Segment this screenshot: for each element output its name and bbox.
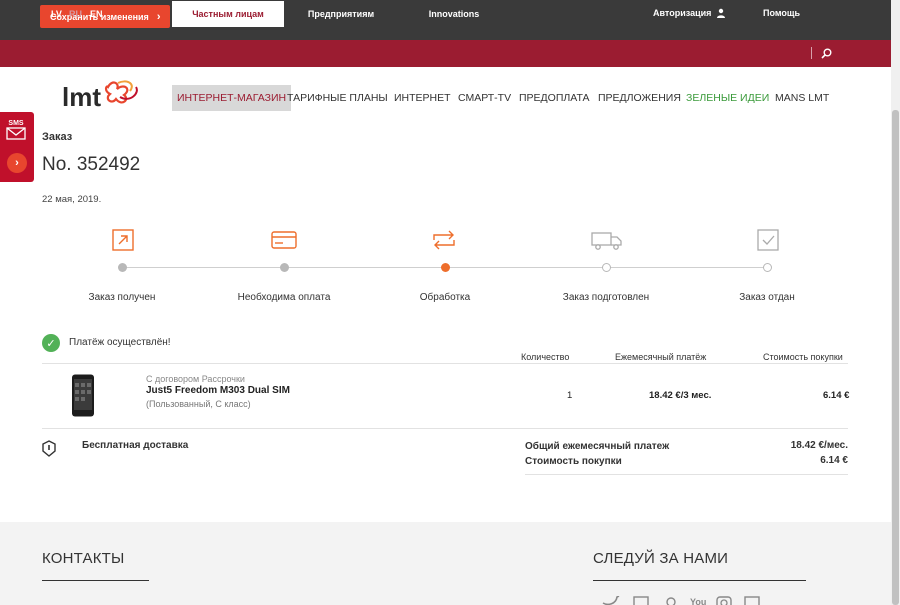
instagram-icon[interactable] (716, 596, 734, 605)
tab-private[interactable]: Частным лицам (172, 1, 284, 27)
summary-monthly-value: 18.42 €/мес. (790, 440, 848, 451)
col-quantity: Количество (521, 352, 570, 362)
col-monthly: Ежемесячный платёж (615, 352, 707, 362)
product-contract: С договором Рассрочки (146, 374, 245, 384)
col-price: Стоимость покупки (763, 352, 843, 362)
nav-tariffs[interactable]: ТАРИФНЫЕ ПЛАНЫ (287, 92, 388, 104)
lmt-logo[interactable]: lmt (60, 77, 150, 113)
step-label-prepared: Заказ подготовлен (562, 292, 650, 303)
footer-follow-underline (593, 580, 806, 581)
table-divider-bottom (42, 428, 848, 429)
footer-follow-title: СЛЕДУЙ ЗА НАМИ (593, 550, 729, 567)
facebook-icon[interactable] (633, 596, 651, 605)
product-monthly: 18.42 €/3 мес. (649, 390, 712, 401)
footer (0, 522, 891, 605)
sms-icon[interactable]: SMS (5, 117, 27, 141)
logo-text: lmt (62, 82, 101, 112)
draugiem-icon[interactable] (663, 596, 681, 605)
nav-eshop[interactable]: ИНТЕРНЕТ-МАГАЗИН (172, 85, 292, 111)
step-label-received: Заказ получен (88, 292, 156, 303)
lang-ru[interactable]: RU (69, 9, 82, 19)
twitter-icon[interactable] (602, 595, 620, 605)
chevron-right-icon: › (15, 157, 19, 169)
step-label-delivered: Заказ отдан (739, 292, 795, 303)
delivery-pin-icon (42, 440, 56, 457)
login-link[interactable]: Авторизация (653, 8, 726, 18)
help-label: Помощь (763, 8, 801, 18)
tab-innovations[interactable]: Innovations (410, 0, 498, 27)
step-dot-delivered (763, 263, 772, 272)
sms-text: SMS (8, 120, 24, 127)
credit-card-icon (271, 231, 297, 249)
processing-arrows-icon (433, 230, 455, 250)
lang-en[interactable]: EN (90, 9, 103, 19)
table-divider-top (42, 363, 848, 364)
user-icon (717, 8, 726, 18)
top-navigation (0, 40, 891, 67)
step-label-payment: Необходима оплата (237, 292, 331, 303)
search-icon[interactable] (821, 48, 832, 59)
nav-green-ideas[interactable]: ЗЕЛЕНЫЕ ИДЕИ (686, 92, 769, 104)
step-dot-received (118, 263, 127, 272)
product-condition: (Пользованный, С класс) (146, 399, 251, 409)
step-label-processing: Обработка (419, 292, 471, 303)
summary-divider (525, 474, 848, 475)
product-image[interactable] (71, 374, 95, 417)
nav-offers[interactable]: ПРЕДЛОЖЕНИЯ (598, 92, 681, 104)
success-check-icon: ✓ (42, 334, 60, 352)
product-price: 6.14 € (823, 390, 850, 401)
linkedin-icon[interactable] (744, 596, 762, 605)
summary-price-label: Стоимость покупки (525, 456, 622, 467)
order-received-icon (112, 229, 134, 251)
step-dot-prepared (602, 263, 611, 272)
order-date: 22 мая, 2019. (42, 194, 102, 205)
lang-lv[interactable]: LV (51, 9, 62, 19)
step-dot-processing (441, 263, 450, 272)
checkbox-icon (757, 229, 779, 251)
nav-smart-tv[interactable]: СМАРТ-TV (458, 92, 511, 104)
nav-internet[interactable]: ИНТЕРНЕТ (394, 92, 451, 104)
youtube-icon[interactable]: You (690, 597, 708, 605)
product-quantity: 1 (567, 390, 573, 401)
tab-business[interactable]: Предприятиям (292, 0, 390, 27)
order-number: No. 352492 (42, 154, 141, 175)
summary-price-value: 6.14 € (820, 455, 848, 466)
summary-monthly-label: Общий ежемесячный платеж (525, 441, 670, 452)
footer-contacts-title: КОНТАКТЫ (42, 550, 125, 567)
scrollbar-thumb[interactable] (892, 110, 899, 605)
product-name[interactable]: Just5 Freedom M303 Dual SIM (146, 385, 290, 396)
help-link[interactable]: Помощь (763, 8, 800, 18)
payment-status: Платёж осуществлён! (69, 337, 171, 348)
order-label: Заказ (42, 131, 73, 143)
nav-divider (811, 47, 812, 59)
nav-mans-lmt[interactable]: MANS LMT (775, 92, 829, 104)
nav-prepaid[interactable]: ПРЕДОПЛАТА (519, 92, 590, 104)
login-label: Авторизация (653, 8, 712, 18)
step-dot-payment (280, 263, 289, 272)
expand-arrow-button[interactable]: › (7, 153, 27, 173)
chevron-right-icon: › (156, 10, 161, 23)
footer-contacts-underline (42, 580, 149, 581)
shipping-label: Бесплатная доставка (82, 440, 189, 451)
delivery-truck-icon (591, 232, 622, 250)
